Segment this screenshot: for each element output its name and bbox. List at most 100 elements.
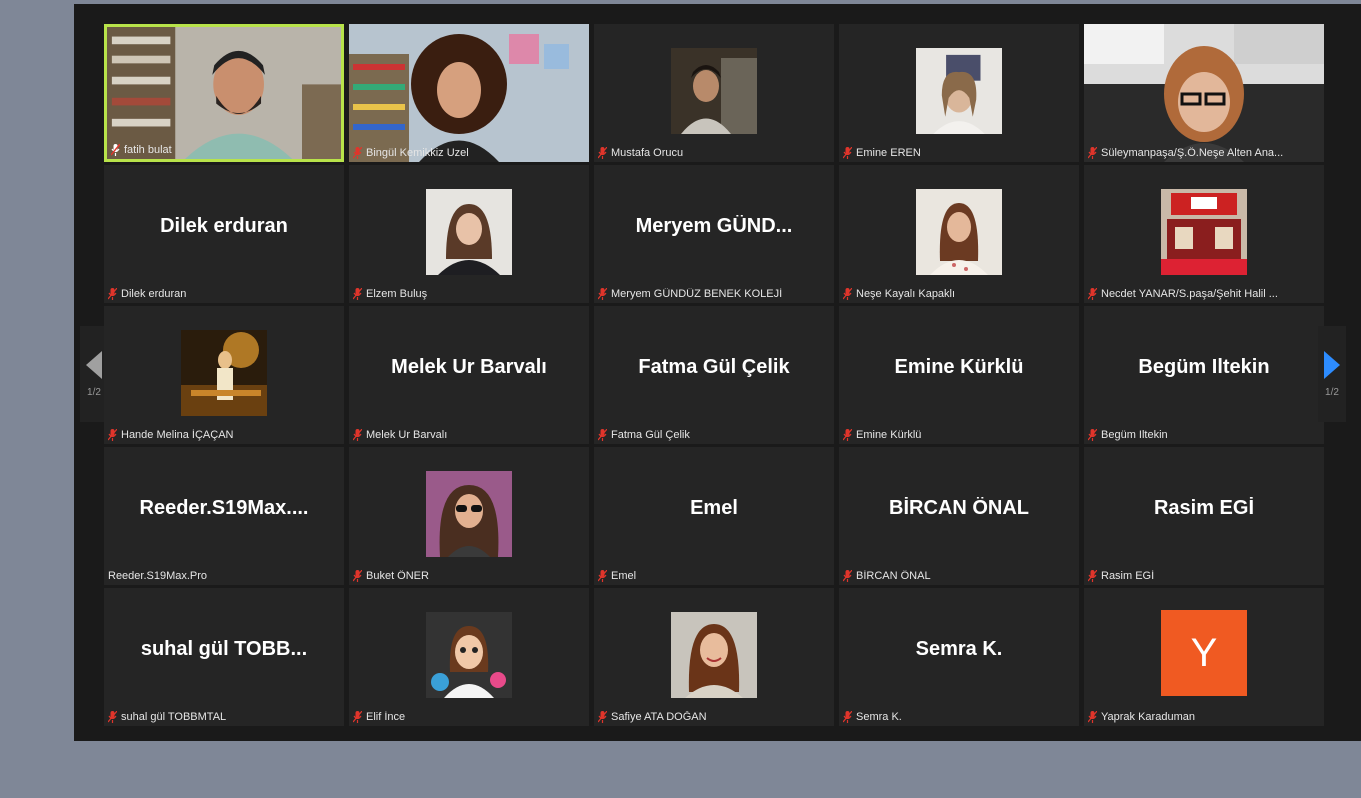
participant-name: Elzem Buluş: [366, 288, 428, 300]
participant-name-label: Elif İnce: [353, 711, 583, 723]
participant-name-label: Dilek erduran: [108, 288, 338, 300]
mic-muted-icon: [108, 429, 117, 441]
participant-name-label: Neşe Kayalı Kapaklı: [843, 288, 1073, 300]
participant-display-name: Fatma Gül Çelik: [638, 356, 790, 378]
participant-grid: fatih bulat Bingül Kemikkiz Uzel Mustafa O…: [104, 24, 1324, 726]
participant-tile[interactable]: Emine EREN: [839, 24, 1079, 162]
participant-video: [916, 189, 1002, 275]
participant-name-label: Semra K.: [843, 711, 1073, 723]
participant-tile[interactable]: Süleymanpaşa/Ş.Ö.Neşe Alten Ana...: [1084, 24, 1324, 162]
participant-video: [181, 330, 267, 416]
participant-name: Emine Kürklü: [856, 429, 922, 441]
mic-muted-icon: [598, 288, 607, 300]
participant-video: [1084, 24, 1324, 162]
participant-tile[interactable]: Bingül Kemikkiz Uzel: [349, 24, 589, 162]
participant-name-label: Yaprak Karaduman: [1088, 711, 1318, 723]
participant-name: Fatma Gül Çelik: [611, 429, 690, 441]
participant-name-label: Necdet YANAR/S.paşa/Şehit Halil ...: [1088, 288, 1318, 300]
participant-name: Dilek erduran: [121, 288, 187, 300]
participant-name: Necdet YANAR/S.paşa/Şehit Halil ...: [1101, 288, 1278, 300]
participant-video: [107, 27, 341, 159]
participant-name-label: Meryem GÜNDÜZ BENEK KOLEJİ: [598, 288, 828, 300]
participant-name: Begüm Iltekin: [1101, 429, 1168, 441]
participant-tile[interactable]: Begüm Iltekin Begüm Iltekin: [1084, 306, 1324, 444]
participant-tile[interactable]: Emine Kürklü Emine Kürklü: [839, 306, 1079, 444]
participant-tile[interactable]: Elzem Buluş: [349, 165, 589, 303]
mic-muted-icon: [108, 711, 117, 723]
participant-display-name: Emel: [690, 497, 738, 519]
participant-tile[interactable]: Elif İnce: [349, 588, 589, 726]
participant-tile[interactable]: Mustafa Orucu: [594, 24, 834, 162]
participant-name: Yaprak Karaduman: [1101, 711, 1195, 723]
participant-tile[interactable]: suhal gül TOBB... suhal gül TOBBMTAL: [104, 588, 344, 726]
participant-name: Buket ÖNER: [366, 570, 429, 582]
participant-name-label: Melek Ur Barvalı: [353, 429, 583, 441]
participant-name: Mustafa Orucu: [611, 147, 684, 159]
mic-muted-icon: [1088, 711, 1097, 723]
participant-video: [1161, 189, 1247, 275]
participant-tile[interactable]: Meryem GÜND... Meryem GÜNDÜZ BENEK KOLEJİ: [594, 165, 834, 303]
next-page-button[interactable]: 1/2: [1318, 326, 1346, 422]
participant-tile[interactable]: Dilek erduran Dilek erduran: [104, 165, 344, 303]
participant-video: [916, 48, 1002, 134]
participant-video: [426, 189, 512, 275]
participant-name-label: suhal gül TOBBMTAL: [108, 711, 338, 723]
participant-name: Emine EREN: [856, 147, 921, 159]
participant-tile[interactable]: Necdet YANAR/S.paşa/Şehit Halil ...: [1084, 165, 1324, 303]
participant-video: [671, 48, 757, 134]
participant-display-name: Meryem GÜND...: [635, 215, 793, 237]
participant-tile[interactable]: Safiye ATA DOĞAN: [594, 588, 834, 726]
participant-name-label: Mustafa Orucu: [598, 147, 828, 159]
mic-muted-icon: [598, 147, 607, 159]
participant-tile[interactable]: Semra K. Semra K.: [839, 588, 1079, 726]
participant-name: suhal gül TOBBMTAL: [121, 711, 227, 723]
participant-name: Neşe Kayalı Kapaklı: [856, 288, 956, 300]
participant-name: Hande Melina İÇAÇAN: [121, 429, 234, 441]
participant-name-label: Begüm Iltekin: [1088, 429, 1318, 441]
participant-tile[interactable]: Neşe Kayalı Kapaklı: [839, 165, 1079, 303]
participant-name-label: Emel: [598, 570, 828, 582]
participant-tile[interactable]: Fatma Gül Çelik Fatma Gül Çelik: [594, 306, 834, 444]
mic-muted-icon: [353, 570, 362, 582]
mic-muted-icon: [1088, 147, 1097, 159]
participant-name: Rasim EGİ: [1101, 570, 1155, 582]
participant-name-label: Hande Melina İÇAÇAN: [108, 429, 338, 441]
participant-tile[interactable]: fatih bulat: [104, 24, 344, 162]
participant-tile[interactable]: BİRCAN ÖNAL BİRCAN ÖNAL: [839, 447, 1079, 585]
mic-muted-icon: [1088, 429, 1097, 441]
participant-display-name: Reeder.S19Max....: [139, 497, 309, 519]
participant-name-label: Rasim EGİ: [1088, 570, 1318, 582]
participant-tile[interactable]: Melek Ur Barvalı Melek Ur Barvalı: [349, 306, 589, 444]
participant-display-name: Dilek erduran: [160, 215, 288, 237]
participant-tile[interactable]: Y Yaprak Karaduman: [1084, 588, 1324, 726]
participant-name-label: fatih bulat: [111, 144, 335, 156]
mic-muted-icon: [108, 288, 117, 300]
mic-muted-icon: [598, 570, 607, 582]
participant-name-label: Emine Kürklü: [843, 429, 1073, 441]
participant-name-label: Reeder.S19Max.Pro: [108, 570, 338, 582]
page-indicator: 1/2: [1325, 386, 1339, 398]
participant-tile[interactable]: Rasim EGİ Rasim EGİ: [1084, 447, 1324, 585]
mic-muted-icon: [111, 144, 120, 156]
participant-video: [349, 24, 589, 162]
participant-name: fatih bulat: [124, 144, 172, 156]
participant-tile[interactable]: Buket ÖNER: [349, 447, 589, 585]
participant-display-name: BİRCAN ÖNAL: [889, 497, 1029, 519]
participant-name-label: Buket ÖNER: [353, 570, 583, 582]
participant-name: Elif İnce: [366, 711, 406, 723]
participant-name-label: Fatma Gül Çelik: [598, 429, 828, 441]
participant-tile[interactable]: Hande Melina İÇAÇAN: [104, 306, 344, 444]
participant-name-label: BİRCAN ÖNAL: [843, 570, 1073, 582]
participant-display-name: Melek Ur Barvalı: [391, 356, 547, 378]
participant-display-name: Begüm Iltekin: [1138, 356, 1270, 378]
participant-name-label: Safiye ATA DOĞAN: [598, 711, 828, 723]
mic-muted-icon: [843, 288, 852, 300]
mic-muted-icon: [843, 570, 852, 582]
participant-name-label: Süleymanpaşa/Ş.Ö.Neşe Alten Ana...: [1088, 147, 1318, 159]
participant-name-label: Emine EREN: [843, 147, 1073, 159]
participant-tile[interactable]: Reeder.S19Max.... Reeder.S19Max.Pro: [104, 447, 344, 585]
participant-display-name: Emine Kürklü: [894, 356, 1024, 378]
participant-tile[interactable]: Emel Emel: [594, 447, 834, 585]
participant-name: Semra K.: [856, 711, 902, 723]
participant-name: BİRCAN ÖNAL: [856, 570, 931, 582]
